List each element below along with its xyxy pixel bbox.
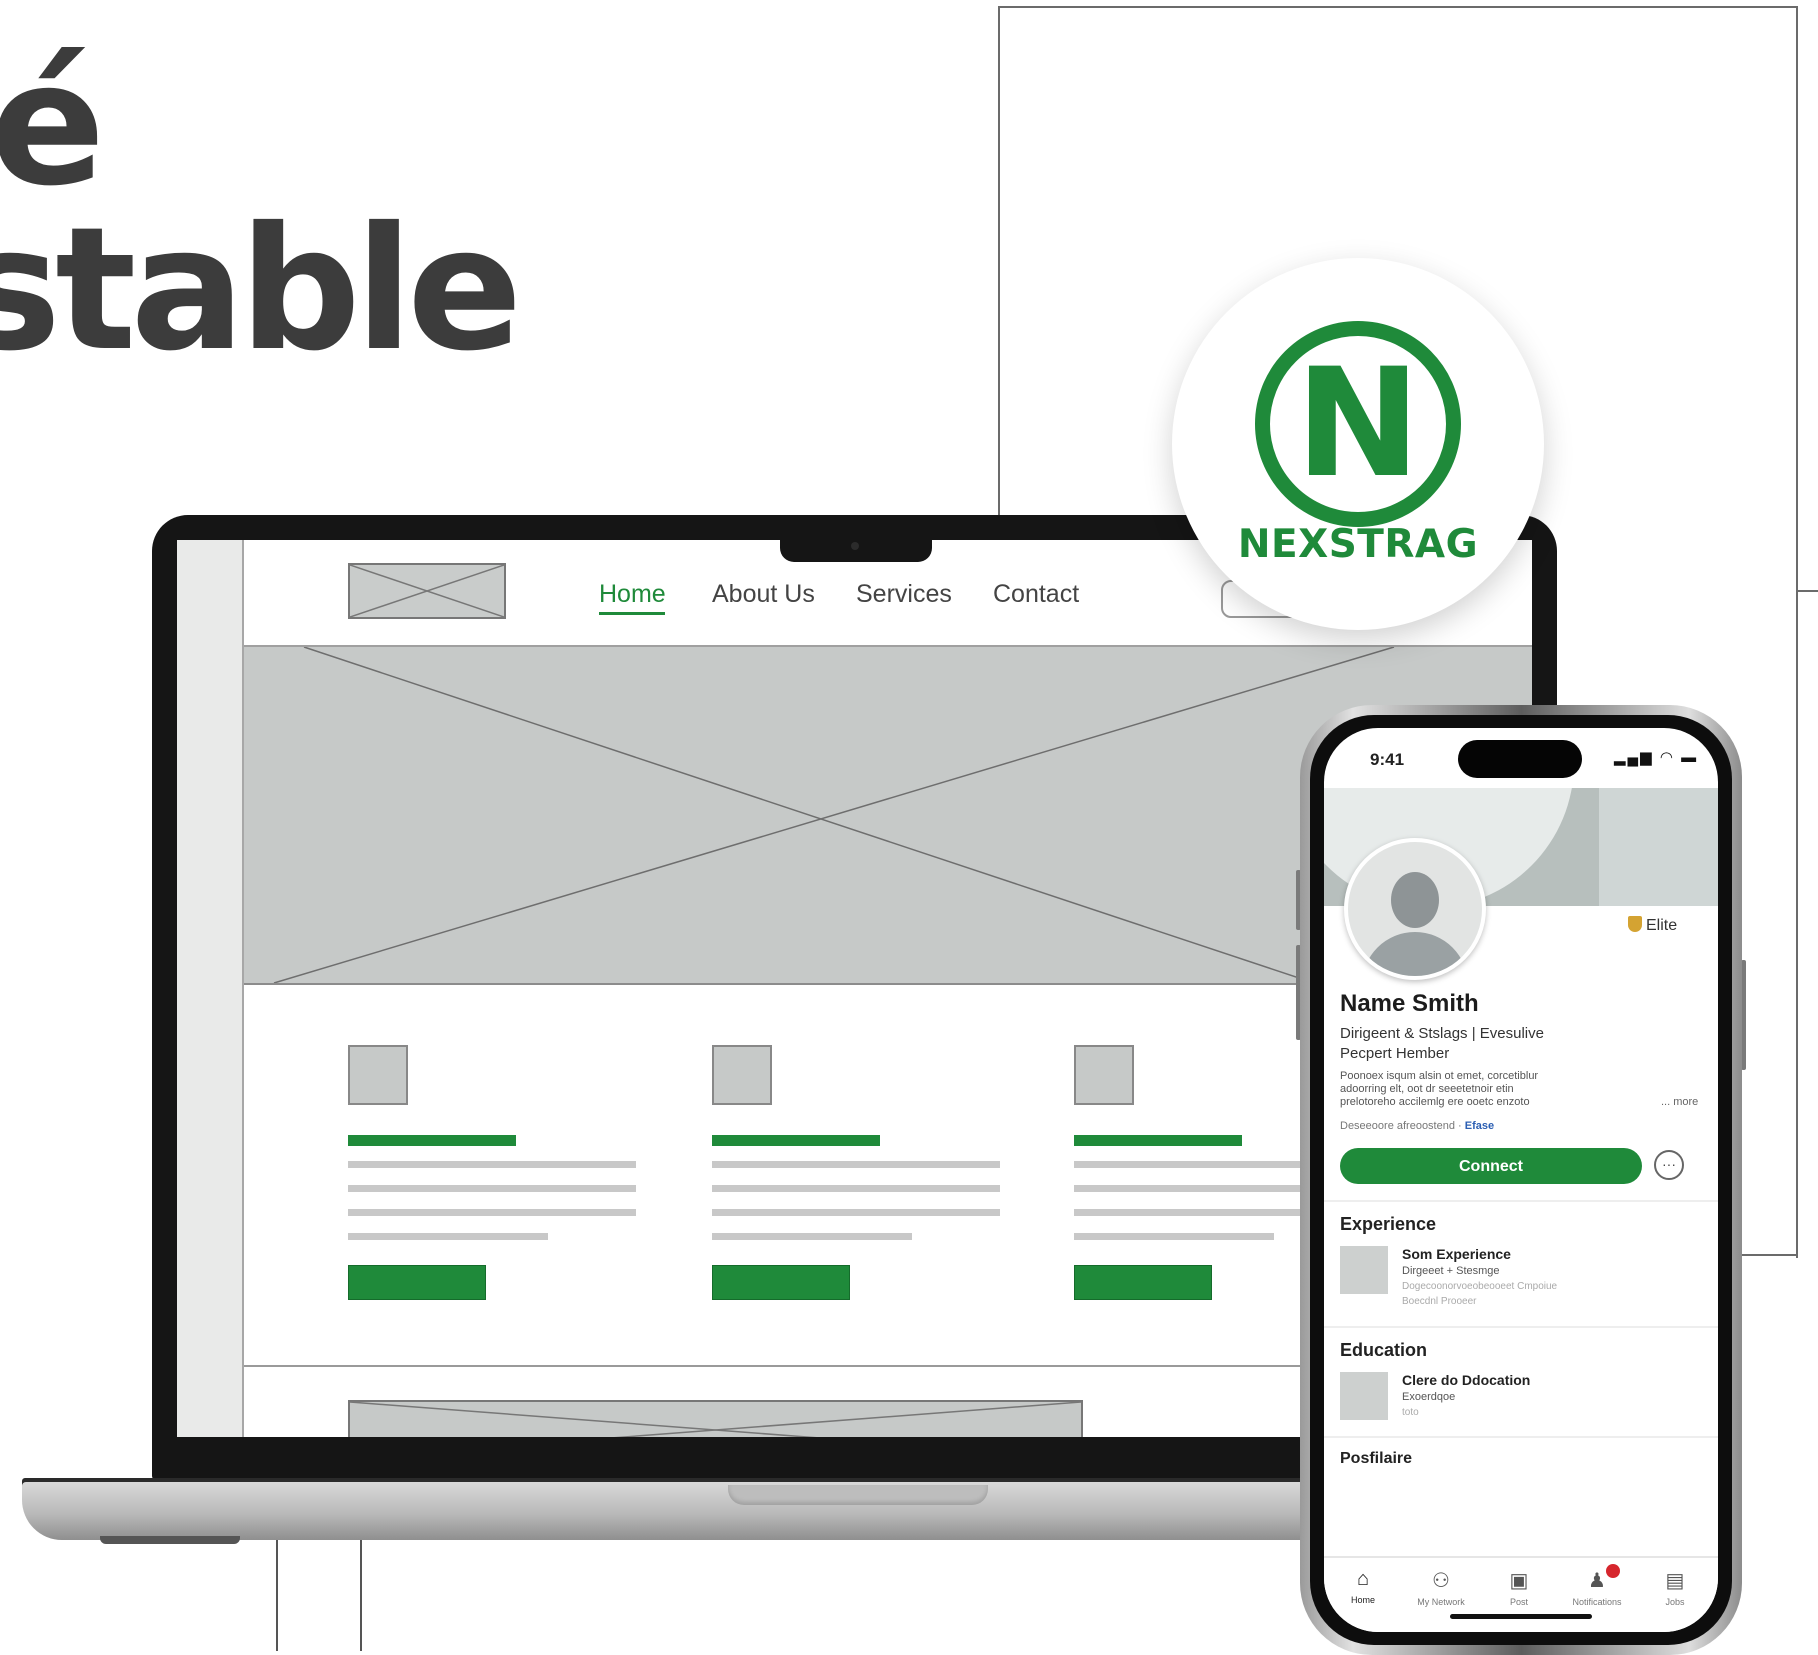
section-divider	[1324, 1326, 1718, 1328]
experience-item-company: Dirgeeet + Stesmge	[1402, 1265, 1500, 1277]
experience-logo	[1340, 1246, 1388, 1294]
tab-notifications[interactable]: ♟ Notifications	[1558, 1568, 1636, 1607]
home-icon: ⌂	[1356, 1568, 1370, 1590]
profile-about: Poonoex isqum alsin ot emet, corcetiblur…	[1340, 1070, 1708, 1109]
home-indicator	[1450, 1614, 1592, 1619]
card-1-title	[348, 1135, 516, 1146]
laptop-thumb-groove	[728, 1485, 988, 1505]
more-options-button[interactable]: ···	[1654, 1150, 1684, 1180]
profile-about-line: adoorring elt, oot dr seeetetnoir etin	[1340, 1083, 1514, 1095]
education-item-title[interactable]: Clere do Ddocation	[1402, 1372, 1530, 1388]
headline-line-2: stable	[0, 191, 522, 389]
network-icon: ⚇	[1432, 1570, 1450, 1592]
section-divider	[1324, 1436, 1718, 1438]
nav-home[interactable]: Home	[599, 580, 666, 609]
brand-logo-letter: N	[1295, 337, 1421, 511]
section-divider	[1324, 1200, 1718, 1202]
shield-icon	[1628, 916, 1642, 932]
card-2-line	[712, 1185, 1000, 1192]
card-1-button[interactable]	[348, 1265, 486, 1300]
avatar-head	[1391, 872, 1439, 928]
jobs-icon: ▤	[1665, 1570, 1685, 1592]
education-logo	[1340, 1372, 1388, 1420]
education-title: Education	[1340, 1340, 1428, 1360]
profile-headline-line: Pecpert Hember	[1340, 1045, 1450, 1062]
cover-shape	[1599, 788, 1718, 906]
card-2-line	[712, 1233, 912, 1240]
background-frame-tick	[1798, 590, 1818, 592]
experience-title: Experience	[1340, 1214, 1437, 1234]
avatar-body	[1362, 932, 1468, 976]
bottom-tab-bar: ⌂ Home ⚇ My Network ▣ Post ♟ Notificatio…	[1324, 1556, 1718, 1632]
experience-item-title[interactable]: Som Experience	[1402, 1246, 1511, 1262]
tab-label: Jobs	[1665, 1597, 1685, 1607]
card-3-image	[1074, 1045, 1134, 1105]
tab-jobs[interactable]: ▤ Jobs	[1636, 1568, 1714, 1607]
card-3-button[interactable]	[1074, 1265, 1212, 1300]
tab-my-network[interactable]: ⚇ My Network	[1402, 1568, 1480, 1607]
status-icons: ▂▄▆ ◠ ▬	[1614, 749, 1699, 766]
section-3-title: Posfilaire	[1340, 1450, 1413, 1467]
notification-badge	[1606, 1564, 1620, 1578]
experience-item-detail: Dogecoonorvoeobeooeet Cmpoiue	[1402, 1281, 1558, 1292]
tab-label: My Network	[1417, 1597, 1465, 1607]
post-icon: ▣	[1509, 1570, 1529, 1592]
placeholder-cross-icon	[350, 565, 504, 617]
card-1-image	[348, 1045, 408, 1105]
tab-label: Notifications	[1572, 1597, 1622, 1607]
dynamic-island	[1458, 740, 1582, 778]
elite-badge: Elite	[1628, 916, 1677, 935]
profile-headline: Dirigeent & Stslags | Evesulive Pecpert …	[1340, 1024, 1700, 1064]
stand-line-right	[360, 1540, 362, 1651]
placeholder-cross-icon	[350, 1402, 1081, 1437]
card-1-line	[348, 1185, 636, 1192]
nav-contact[interactable]: Contact	[993, 580, 1079, 609]
laptop-foot	[100, 1536, 240, 1544]
card-2-title	[712, 1135, 880, 1146]
connect-button[interactable]: Connect	[1340, 1148, 1642, 1184]
headline-line-1: é	[0, 26, 105, 224]
experience-item-detail: Boecdnl Prooeer	[1402, 1296, 1477, 1307]
contact-info-label: Deseeoore afreoostend ·	[1340, 1120, 1462, 1132]
tab-post[interactable]: ▣ Post	[1480, 1568, 1558, 1607]
card-3-line	[1074, 1233, 1274, 1240]
nav-about-us[interactable]: About Us	[712, 580, 815, 609]
see-more-link[interactable]: ... more	[1661, 1096, 1698, 1108]
card-2-button[interactable]	[712, 1265, 850, 1300]
laptop-camera	[851, 542, 859, 550]
card-2-line	[712, 1161, 1000, 1168]
card-3-title	[1074, 1135, 1242, 1146]
background-frame-edge	[1796, 6, 1798, 1258]
nav-home-underline	[599, 612, 665, 615]
contact-info-link[interactable]: Efase	[1465, 1120, 1494, 1132]
elite-label: Elite	[1646, 917, 1678, 934]
nav-services[interactable]: Services	[856, 580, 952, 609]
profile-name: Name Smith	[1340, 990, 1479, 1017]
status-time: 9:41	[1370, 750, 1405, 769]
site-sidebar	[177, 540, 242, 1437]
profile-about-line: prelotoreho accilemlg ere ooetc enzoto	[1340, 1096, 1530, 1108]
profile-headline-line: Dirigeent & Stslags | Evesulive	[1340, 1025, 1544, 1042]
stand-line-left	[276, 1540, 278, 1651]
card-2-image	[712, 1045, 772, 1105]
logo-placeholder[interactable]	[348, 563, 506, 619]
profile-about-line: Poonoex isqum alsin ot emet, corcetiblur	[1340, 1070, 1539, 1082]
notifications-icon: ♟	[1588, 1570, 1606, 1592]
education-item-degree: Exoerdqoe	[1402, 1391, 1456, 1403]
card-1-line	[348, 1209, 636, 1216]
card-2-line	[712, 1209, 1000, 1216]
education-item-detail: toto	[1402, 1407, 1419, 1418]
contact-info: Deseeoore afreoostend · Efase	[1340, 1120, 1494, 1132]
tab-home[interactable]: ⌂ Home	[1324, 1568, 1402, 1605]
tab-label: Post	[1509, 1597, 1528, 1607]
card-1-line	[348, 1233, 548, 1240]
avatar[interactable]	[1344, 838, 1486, 980]
laptop-base	[22, 1482, 1382, 1540]
tab-label: Home	[1350, 1595, 1375, 1605]
phone-screen: 9:41 ▂▄▆ ◠ ▬ Elite Name Smith Dirigeent …	[1324, 728, 1718, 1632]
footer-image-placeholder	[348, 1400, 1083, 1437]
brand-name: NEXSTRAG	[1237, 522, 1479, 567]
card-1-line	[348, 1161, 636, 1168]
